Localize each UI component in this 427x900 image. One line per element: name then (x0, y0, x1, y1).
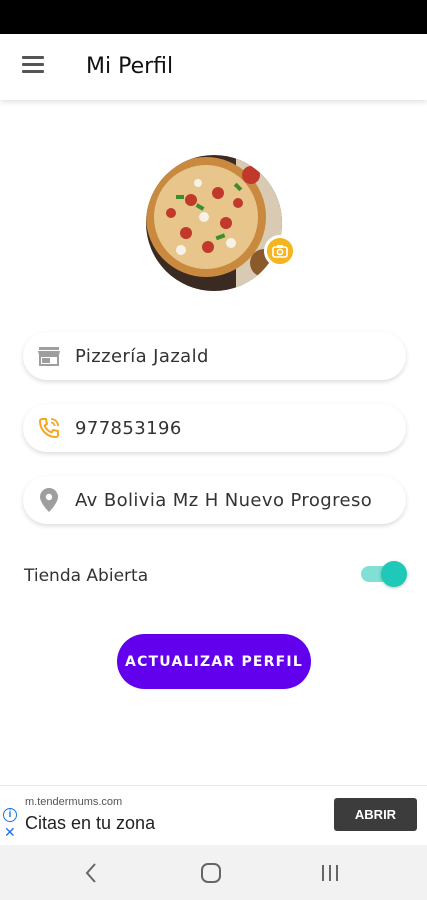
profile-photo (146, 155, 296, 291)
page-title: Mi Perfil (86, 54, 174, 79)
pizza-image (146, 155, 282, 291)
ad-close-icon[interactable]: ✕ (4, 824, 16, 841)
ad-info-icon[interactable]: i (3, 808, 17, 822)
ad-url: m.tendermums.com (25, 796, 123, 808)
ad-banner[interactable]: i ✕ m.tendermums.com Citas en tu zona AB… (0, 785, 427, 843)
phone-field[interactable]: 977853196 (23, 404, 406, 452)
camera-icon[interactable] (264, 235, 296, 267)
phone-value[interactable]: 977853196 (75, 418, 182, 439)
toggle-knob (381, 561, 407, 587)
address-field[interactable]: Av Bolivia Mz H Nuevo Progreso (23, 476, 406, 524)
ad-title[interactable]: Citas en tu zona (25, 813, 155, 834)
location-pin-icon (37, 488, 61, 512)
update-profile-button[interactable]: ACTUALIZAR PERFIL (117, 634, 311, 689)
back-icon[interactable] (84, 862, 98, 889)
store-name-value[interactable]: Pizzería Jazald (75, 346, 209, 367)
address-value[interactable]: Av Bolivia Mz H Nuevo Progreso (75, 490, 372, 511)
avatar[interactable] (146, 155, 282, 291)
store-open-toggle[interactable] (361, 561, 407, 587)
store-open-row: Tienda Abierta (24, 560, 407, 590)
store-icon (37, 344, 61, 368)
menu-icon[interactable] (22, 56, 46, 78)
ad-open-button[interactable]: ABRIR (334, 798, 417, 831)
store-open-label: Tienda Abierta (24, 566, 149, 586)
phone-icon (37, 416, 61, 440)
recent-apps-icon[interactable] (320, 862, 340, 889)
status-bar (0, 0, 427, 34)
system-nav-bar (0, 845, 427, 900)
store-name-field[interactable]: Pizzería Jazald (23, 332, 406, 380)
app-bar: Mi Perfil (0, 34, 427, 100)
home-icon[interactable] (200, 862, 222, 889)
